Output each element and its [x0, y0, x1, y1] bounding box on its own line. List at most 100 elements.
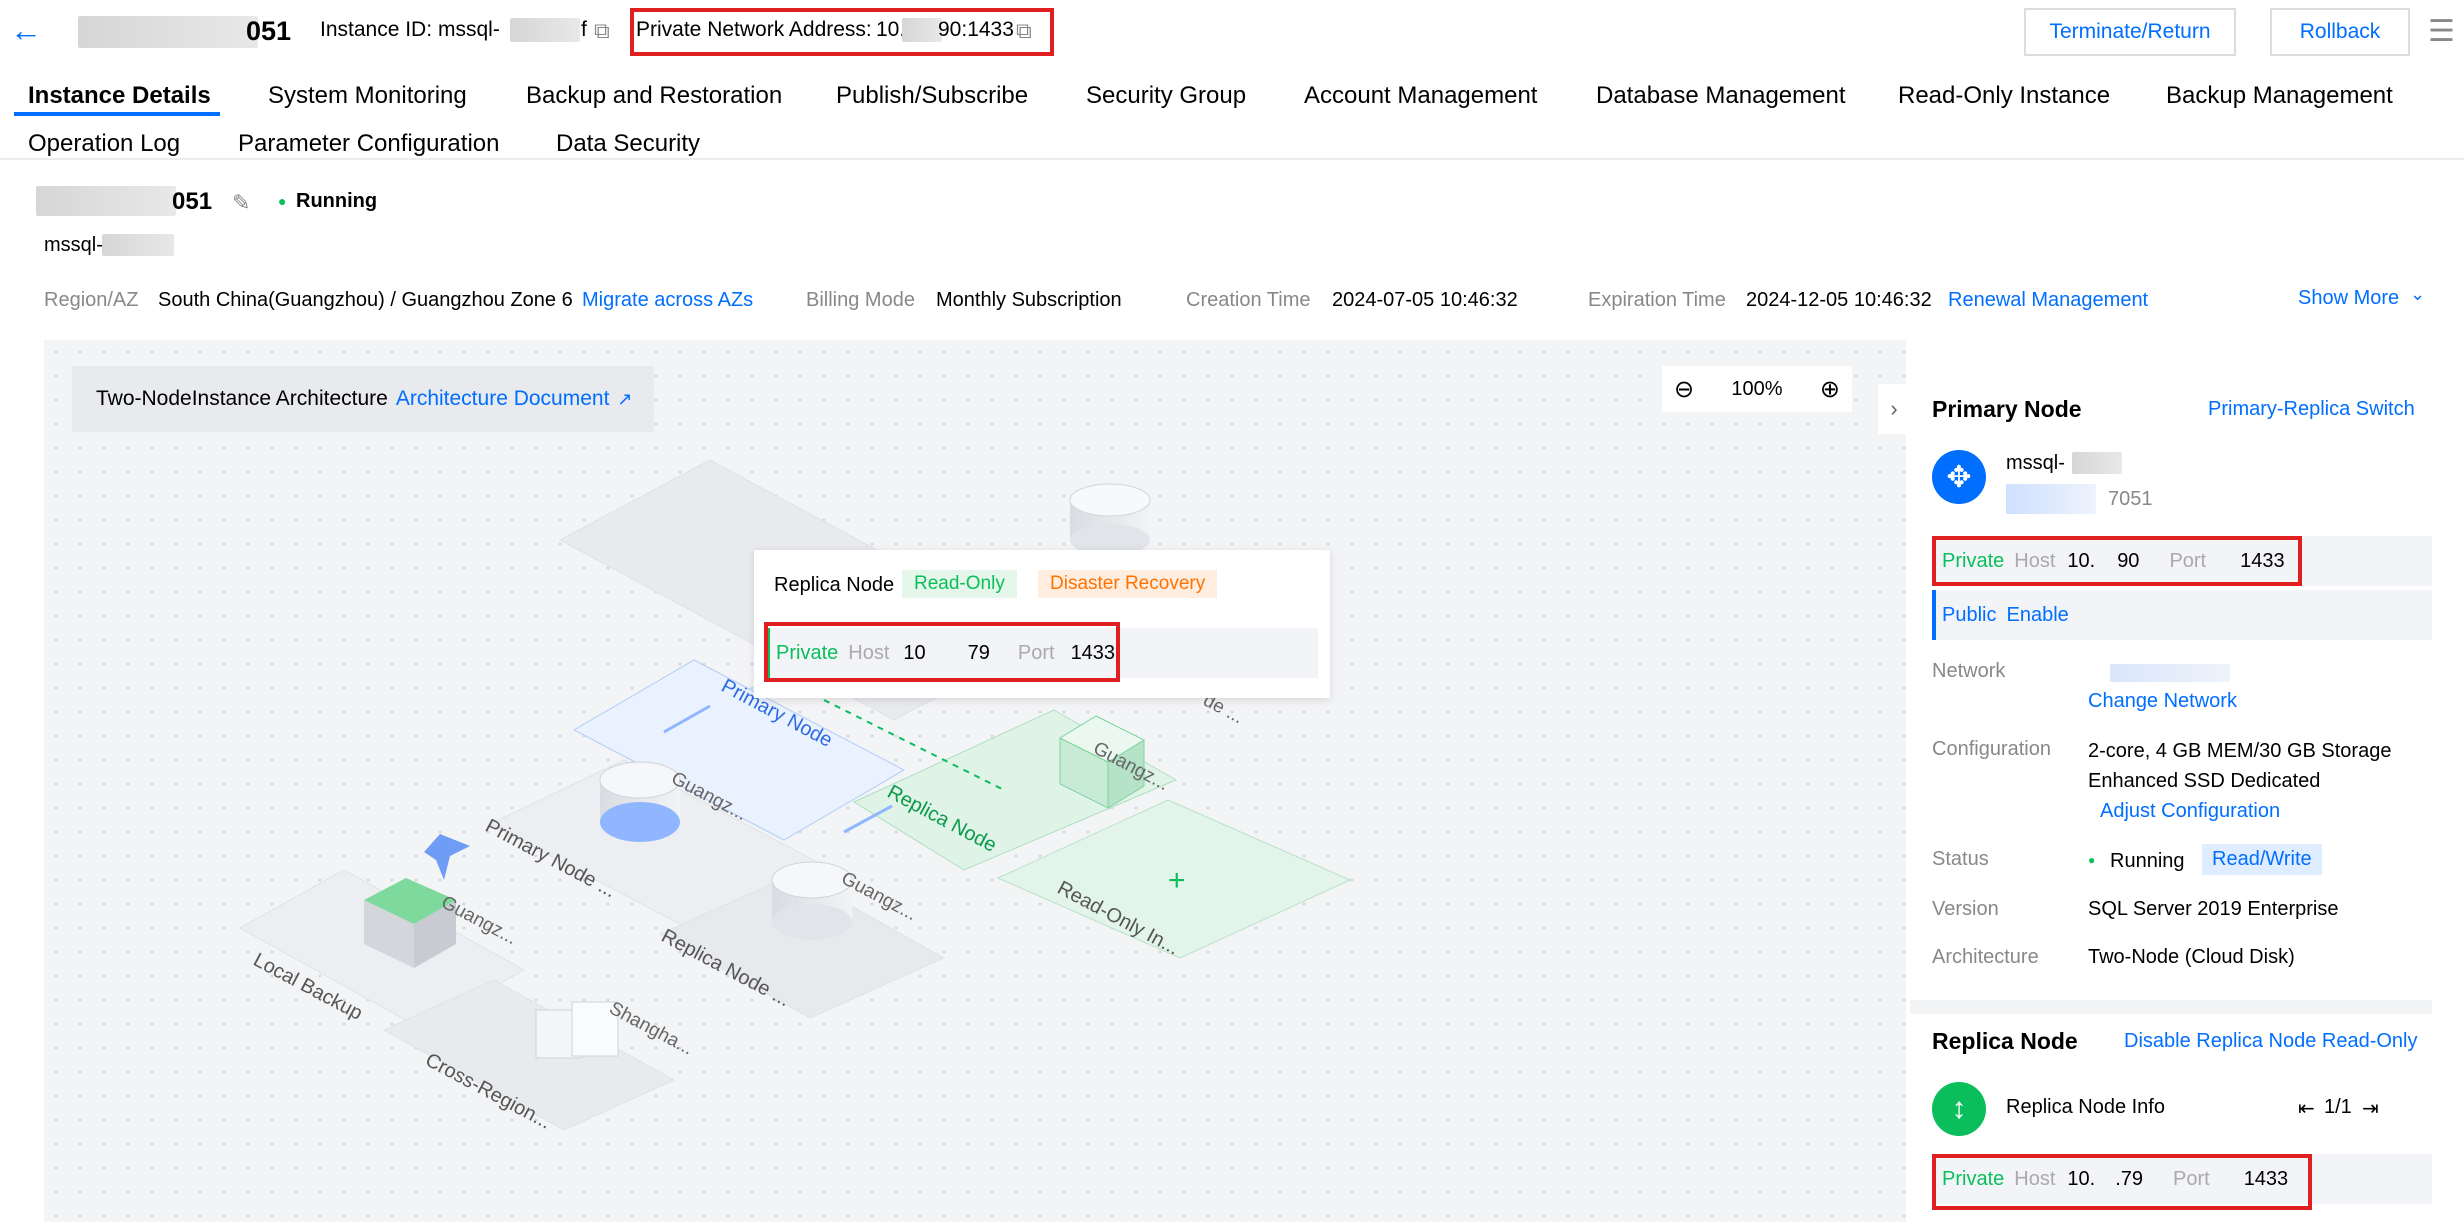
panel-divider: [1910, 1000, 2432, 1014]
primary-node-id-suffix: 7051: [2108, 488, 2153, 510]
database-icon: [1069, 483, 1151, 556]
primary-replica-switch-link[interactable]: Primary-Replica Switch: [2208, 398, 2415, 421]
backup-arrow-icon: [424, 834, 470, 880]
primary-public-row: Public Enable: [1932, 590, 2432, 640]
instance-id-value: mssql-: [438, 18, 500, 41]
private-address-redacted: [902, 18, 942, 42]
architecture-diagram: + Primary Node Replica Node Primary Node…: [238, 459, 1352, 1134]
collapse-panel-chevron-icon[interactable]: ›: [1878, 384, 1910, 434]
replica-disk-icon: [771, 861, 853, 940]
disable-replica-read-only-link[interactable]: Disable Replica Node Read-Only: [2124, 1030, 2417, 1053]
external-link-icon[interactable]: ↗: [617, 389, 632, 410]
expiration-value: 2024-12-05 10:46:32: [1746, 289, 1932, 311]
network-value-redacted: [2110, 664, 2230, 682]
primary-node-title: Primary Node: [1932, 396, 2082, 422]
tab-publish-subscribe[interactable]: Publish/Subscribe: [836, 82, 1028, 110]
chevron-down-icon[interactable]: ⌄: [2410, 284, 2425, 305]
private-address-suffix: 90:1433: [938, 18, 1014, 41]
readonly-plus-icon: +: [1168, 864, 1186, 897]
replica-node-arrows-icon: ↕: [1932, 1082, 1986, 1136]
popup-host-highlight: [764, 622, 1120, 682]
summary-sub-id: mssql-: [44, 234, 103, 256]
creation-value: 2024-07-05 10:46:32: [1332, 289, 1518, 311]
version-value: SQL Server 2019 Enterprise: [2088, 898, 2339, 920]
popup-title: Replica Node: [774, 574, 895, 596]
billing-value: Monthly Subscription: [936, 289, 1122, 311]
copy-address-icon[interactable]: ⧉: [1016, 18, 1032, 44]
primary-status-value: Running: [2110, 850, 2185, 872]
creation-label: Creation Time: [1186, 289, 1311, 311]
back-arrow-icon[interactable]: ←: [10, 14, 42, 46]
replica-host-highlight: [1932, 1154, 2312, 1210]
edit-name-icon[interactable]: ✎: [232, 190, 250, 216]
status-dot-icon: ●: [278, 193, 287, 209]
summary-sub-id-redacted: [102, 234, 174, 256]
top-header: ← 051 Instance ID: mssql- f ⧉ Private Ne…: [0, 0, 2464, 66]
tab-database-management[interactable]: Database Management: [1596, 82, 1846, 110]
expiration-label: Expiration Time: [1588, 289, 1726, 311]
private-address-prefix: 10.: [876, 18, 906, 41]
instance-name: 051: [246, 16, 292, 46]
summary-status: Running: [296, 190, 378, 212]
tab-backup-restoration[interactable]: Backup and Restoration: [526, 82, 782, 110]
tab-security-group[interactable]: Security Group: [1086, 82, 1246, 110]
architecture-banner: Two-NodeInstance Architecture Architectu…: [72, 366, 654, 432]
pager-first-icon[interactable]: ⇤: [2298, 1096, 2315, 1121]
instance-id-tail: f: [581, 18, 587, 41]
public-enable-link[interactable]: Enable: [2006, 604, 2068, 627]
zoom-level: 100%: [1731, 377, 1783, 400]
cross-region-box-icon: [535, 1001, 619, 1059]
billing-label: Billing Mode: [806, 289, 915, 311]
replica-node-title: Replica Node: [1932, 1028, 2078, 1054]
replica-pager: 1/1: [2324, 1096, 2352, 1118]
configuration-label: Configuration: [1932, 738, 2051, 760]
active-tab-indicator: [14, 112, 220, 116]
zoom-out-icon[interactable]: ⊖: [1674, 375, 1694, 404]
architecture-title: Two-NodeInstance Architecture: [96, 387, 388, 410]
disaster-recovery-tag: Disaster Recovery: [1038, 570, 1218, 598]
rollback-button[interactable]: Rollback: [2270, 8, 2410, 56]
instance-name-redacted: [78, 16, 258, 48]
instance-id-redacted: [510, 18, 580, 42]
tab-system-monitoring[interactable]: System Monitoring: [268, 82, 467, 110]
primary-node-id-redacted: [2006, 484, 2096, 514]
pager-last-icon[interactable]: ⇥: [2362, 1096, 2379, 1121]
list-view-icon[interactable]: ☰: [2428, 14, 2455, 49]
status-label: Status: [1932, 848, 1989, 870]
public-row-bar: [1932, 590, 1936, 640]
zoom-control: ⊖ 100% ⊕: [1662, 366, 1852, 412]
version-label: Version: [1932, 898, 1999, 920]
architecture-document-link[interactable]: Architecture Document: [396, 387, 610, 411]
tab-instance-details[interactable]: Instance Details: [28, 82, 211, 110]
migrate-az-link[interactable]: Migrate across AZs: [582, 289, 753, 312]
configuration-line2: Enhanced SSD Dedicated: [2088, 770, 2321, 792]
public-label: Public: [1942, 603, 1997, 626]
primary-disk-icon: [599, 761, 681, 842]
primary-host-highlight: [1932, 536, 2302, 586]
terminate-return-button[interactable]: Terminate/Return: [2024, 8, 2236, 56]
tab-parameter-configuration[interactable]: Parameter Configuration: [238, 130, 499, 158]
tab-account-management[interactable]: Account Management: [1304, 82, 1537, 110]
primary-node-move-icon: ✥: [1932, 450, 1986, 504]
network-label: Network: [1932, 660, 2006, 682]
tab-data-security[interactable]: Data Security: [556, 130, 700, 158]
architecture-label: Architecture: [1932, 946, 2039, 968]
zoom-in-icon[interactable]: ⊕: [1820, 375, 1840, 404]
copy-icon[interactable]: ⧉: [594, 18, 610, 44]
summary-name-redacted: [36, 186, 176, 216]
primary-status-dot-icon: ●: [2088, 853, 2096, 867]
renewal-management-link[interactable]: Renewal Management: [1948, 289, 2148, 312]
region-label: Region/AZ: [44, 289, 139, 311]
primary-node-name-redacted: [2072, 452, 2122, 474]
tab-read-only-instance[interactable]: Read-Only Instance: [1898, 82, 2110, 110]
node-side-panel: Primary Node Primary-Replica Switch ✥ ms…: [1910, 364, 2432, 1222]
tab-operation-log[interactable]: Operation Log: [28, 130, 180, 158]
show-more-link[interactable]: Show More: [2298, 287, 2399, 310]
configuration-line1: 2-core, 4 GB MEM/30 GB Storage: [2088, 740, 2392, 762]
tab-bar: Instance Details System Monitoring Backu…: [0, 70, 2464, 158]
tab-backup-management[interactable]: Backup Management: [2166, 82, 2393, 110]
change-network-link[interactable]: Change Network: [2088, 690, 2237, 713]
tabs-divider: [0, 158, 2464, 160]
adjust-configuration-link[interactable]: Adjust Configuration: [2100, 800, 2280, 823]
summary-name-suffix: 051: [172, 188, 213, 215]
